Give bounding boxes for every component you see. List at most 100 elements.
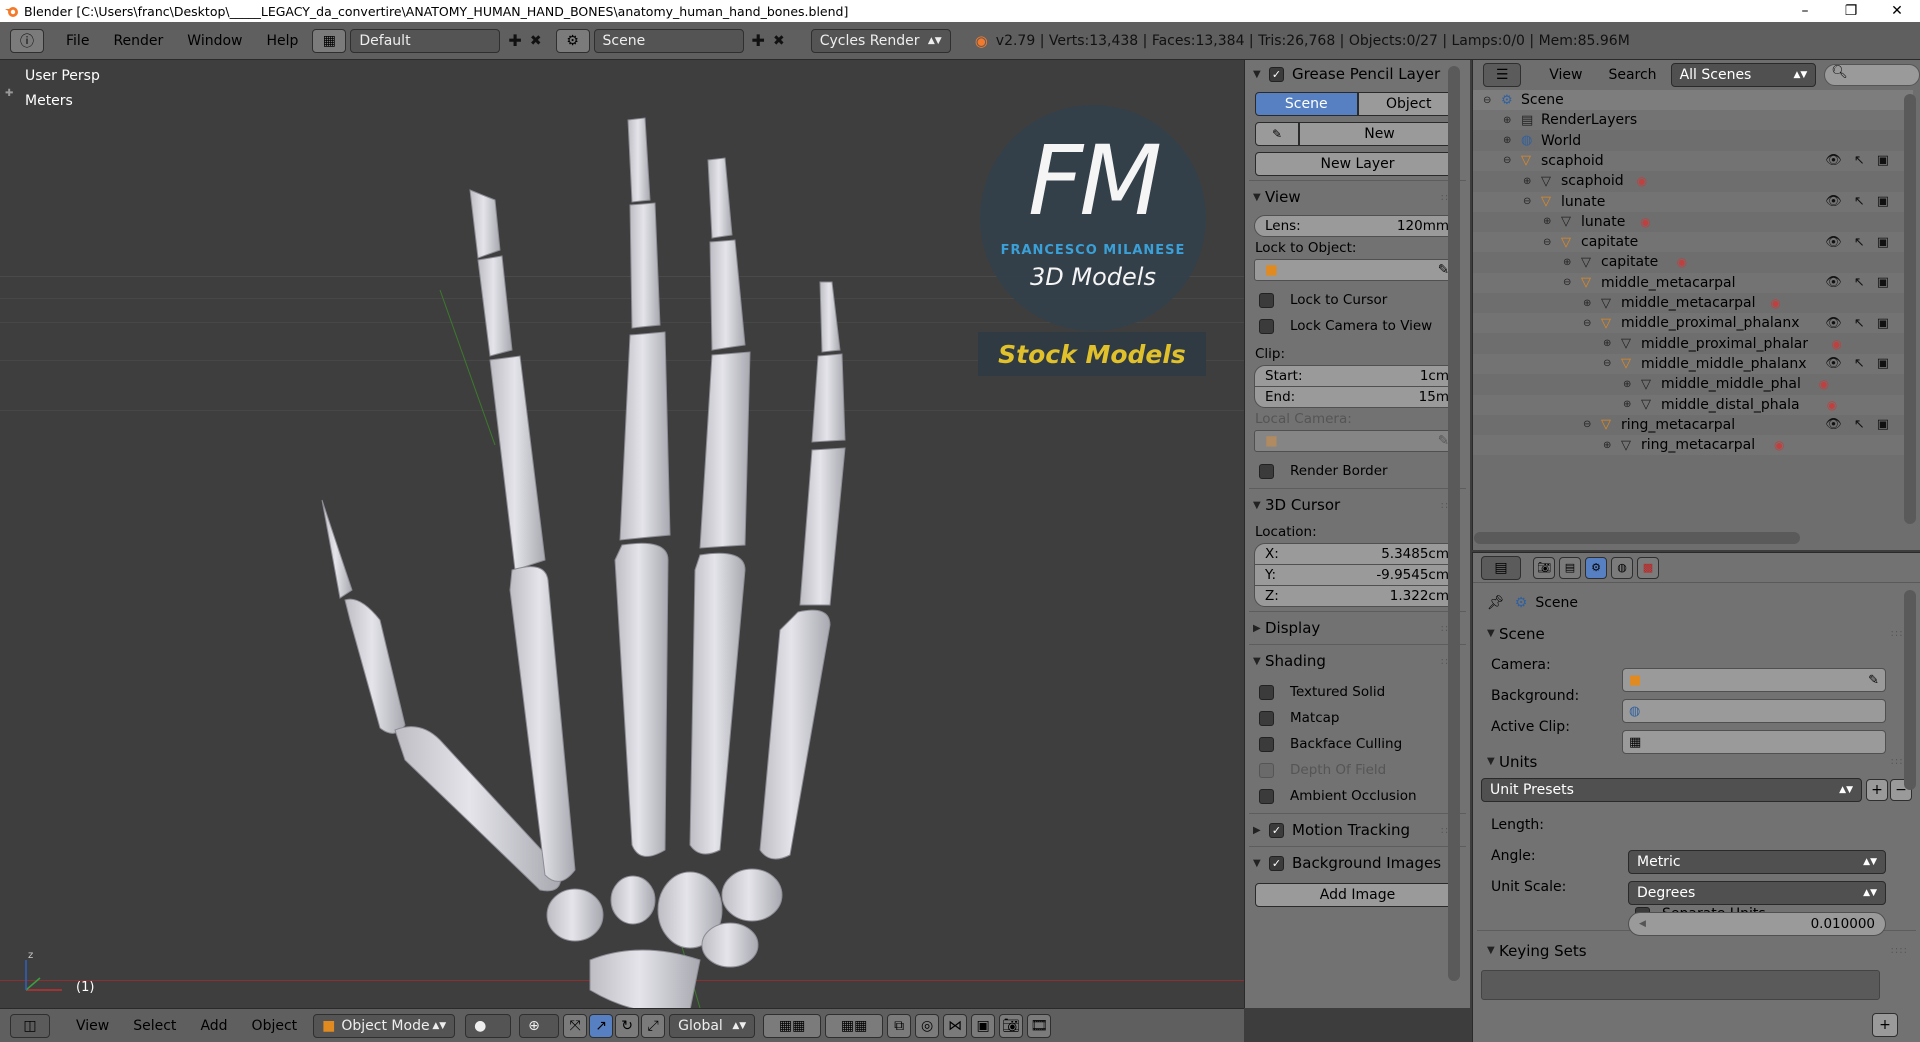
editor-type-3d-view-icon[interactable]: ◫ bbox=[10, 1013, 50, 1038]
snap-icon[interactable]: ⋈ bbox=[943, 1013, 968, 1038]
renderability-camera-icon[interactable]: ▣ bbox=[1877, 316, 1889, 331]
outliner-row[interactable]: ⊕ ▽ lunate ◉ bbox=[1473, 212, 1913, 232]
new-grease-pencil-button[interactable]: New bbox=[1299, 122, 1460, 146]
add-preset-icon[interactable]: + bbox=[1866, 779, 1888, 801]
render-border-checkbox[interactable] bbox=[1259, 463, 1274, 479]
minimize-button[interactable]: – bbox=[1782, 3, 1828, 19]
transform-orientation-dropdown[interactable]: Global ▲▼ bbox=[669, 1013, 756, 1038]
motion-tracking-header[interactable]: ▶✓Motion Tracking:::: bbox=[1245, 818, 1470, 842]
opengl-animation-icon[interactable]: 🎞︎ bbox=[1027, 1013, 1052, 1038]
local-camera-field[interactable]: ■ ✎ bbox=[1254, 430, 1460, 452]
keying-sets-list[interactable] bbox=[1481, 970, 1880, 1000]
outliner-row[interactable]: ⊕ ▽ middle_metacarpal ◉ bbox=[1473, 293, 1913, 313]
visibility-eye-icon[interactable]: 👁︎ bbox=[1825, 194, 1842, 209]
render-layers-tab-icon[interactable]: ▤ bbox=[1559, 556, 1581, 579]
menu-file[interactable]: File bbox=[54, 33, 101, 49]
ambient-occlusion-option[interactable]: Ambient Occlusion bbox=[1245, 783, 1470, 809]
ambient-occlusion-checkbox[interactable] bbox=[1259, 788, 1274, 804]
selectability-cursor-icon[interactable]: ↖ bbox=[1854, 316, 1865, 331]
snap-target-icon[interactable]: ▣ bbox=[971, 1013, 996, 1038]
expand-toggle-icon[interactable]: ⊖ bbox=[1483, 95, 1491, 106]
lock-object-field[interactable]: ■ ✎ bbox=[1254, 259, 1460, 281]
outliner-search-input[interactable]: 🔍︎ bbox=[1824, 64, 1920, 86]
expand-toggle-icon[interactable]: ⊕ bbox=[1623, 399, 1631, 410]
menu-object[interactable]: Object bbox=[240, 1018, 310, 1034]
renderability-camera-icon[interactable]: ▣ bbox=[1877, 356, 1889, 371]
renderability-camera-icon[interactable]: ▣ bbox=[1877, 275, 1889, 290]
expand-toggle-icon[interactable]: ⊖ bbox=[1543, 237, 1551, 248]
properties-editor-type-icon[interactable]: ▤ bbox=[1481, 555, 1521, 580]
matcap-checkbox[interactable] bbox=[1259, 710, 1274, 726]
outliner-row[interactable]: ⊕ ▽ middle_proximal_phalar ◉ bbox=[1473, 334, 1913, 354]
visibility-eye-icon[interactable]: 👁︎ bbox=[1825, 275, 1842, 290]
depth-of-field-option[interactable]: Depth Of Field bbox=[1245, 757, 1470, 783]
expand-toggle-icon[interactable]: ⊖ bbox=[1583, 318, 1591, 329]
expand-toggle-icon[interactable]: ⊕ bbox=[1603, 440, 1611, 451]
lock-layers-icon[interactable]: ⧉ bbox=[887, 1013, 912, 1038]
lens-field[interactable]: Lens: 120mm bbox=[1254, 215, 1460, 237]
expand-toggle-icon[interactable]: ⊕ bbox=[1503, 115, 1511, 126]
grease-pencil-header[interactable]: ▼ ✓ Grease Pencil Layer bbox=[1245, 62, 1470, 86]
matcap-option[interactable]: Matcap bbox=[1245, 705, 1470, 731]
proportional-edit-icon[interactable]: ◎ bbox=[915, 1013, 940, 1038]
textured-solid-checkbox[interactable] bbox=[1259, 684, 1274, 700]
tab-scene[interactable]: Scene bbox=[1255, 92, 1358, 116]
backface-culling-checkbox[interactable] bbox=[1259, 736, 1274, 752]
npanel-scrollbar[interactable] bbox=[1448, 66, 1460, 981]
new-layer-button[interactable]: New Layer bbox=[1255, 152, 1460, 176]
render-engine-dropdown[interactable]: Cycles Render ▲▼ bbox=[810, 28, 951, 53]
unit-scale-field[interactable]: ◀ 0.010000 bbox=[1628, 912, 1886, 936]
depth-of-field-checkbox[interactable] bbox=[1259, 762, 1274, 778]
outliner-menu-view[interactable]: View bbox=[1549, 67, 1582, 83]
pivot-point-dropdown[interactable]: ⊕ bbox=[519, 1013, 560, 1038]
expand-toggle-icon[interactable]: ⊕ bbox=[1623, 379, 1631, 390]
lock-camera-option[interactable]: Lock Camera to View bbox=[1245, 313, 1470, 339]
angle-dropdown[interactable]: Degrees ▲▼ bbox=[1628, 881, 1886, 905]
background-images-checkbox[interactable]: ✓ bbox=[1269, 855, 1284, 871]
outliner-horizontal-scrollbar[interactable] bbox=[1474, 532, 1800, 544]
menu-add[interactable]: Add bbox=[188, 1018, 239, 1034]
tab-object[interactable]: Object bbox=[1357, 92, 1460, 116]
interaction-mode-dropdown[interactable]: ■ Object Mode ▲▼ bbox=[313, 1013, 456, 1038]
shading-section-header[interactable]: ▼Shading:::: bbox=[1245, 649, 1470, 673]
outliner-row[interactable]: ⊖ ⚙ Scene bbox=[1473, 90, 1913, 110]
expand-toggle-icon[interactable]: ⊖ bbox=[1503, 155, 1511, 166]
expand-toggle-icon[interactable]: ⊕ bbox=[1503, 135, 1511, 146]
outliner-row[interactable]: ⊕ ▽ scaphoid ◉ bbox=[1473, 171, 1913, 191]
render-tab-icon[interactable]: 📷︎ bbox=[1533, 556, 1555, 579]
cursor-x-field[interactable]: X: 5.3485cm bbox=[1254, 543, 1460, 565]
menu-view[interactable]: View bbox=[64, 1018, 121, 1034]
outliner-menu-search[interactable]: Search bbox=[1608, 67, 1656, 83]
length-dropdown[interactable]: Metric ▲▼ bbox=[1628, 850, 1886, 874]
outliner-row[interactable]: ⊖ ▽ lunate 👁︎ ↖ ▣ bbox=[1473, 191, 1913, 212]
selectability-cursor-icon[interactable]: ↖ bbox=[1854, 356, 1865, 371]
selectability-cursor-icon[interactable]: ↖ bbox=[1854, 153, 1865, 168]
renderability-camera-icon[interactable]: ▣ bbox=[1877, 153, 1889, 168]
expand-toggle-icon[interactable]: ⊕ bbox=[1563, 257, 1571, 268]
outliner-row[interactable]: ⊕ ▽ ring_metacarpal ◉ bbox=[1473, 435, 1913, 456]
add-keying-set-icon[interactable]: + bbox=[1872, 1013, 1898, 1037]
eyedropper-icon[interactable]: ✎ bbox=[1868, 673, 1879, 688]
renderability-camera-icon[interactable]: ▣ bbox=[1877, 417, 1889, 432]
outliner-row[interactable]: ⊖ ▽ middle_proximal_phalanx 👁︎ ↖ ▣ bbox=[1473, 313, 1913, 334]
lock-camera-checkbox[interactable] bbox=[1259, 318, 1274, 334]
viewport-shading-dropdown[interactable]: ● bbox=[465, 1013, 512, 1038]
remove-scene-icon[interactable]: ✖ bbox=[773, 33, 785, 49]
close-button[interactable]: ✕ bbox=[1874, 3, 1920, 19]
opengl-render-icon[interactable]: 📷︎ bbox=[999, 1013, 1024, 1038]
outliner-row[interactable]: ⊕ ◍ World bbox=[1473, 131, 1913, 151]
drag-handle-icon[interactable]: :::: bbox=[1891, 945, 1908, 956]
view-section-header[interactable]: ▼View:::: bbox=[1245, 185, 1470, 209]
grease-pencil-checkbox[interactable]: ✓ bbox=[1269, 66, 1284, 82]
render-border-option[interactable]: Render Border bbox=[1245, 458, 1470, 484]
outliner-display-mode-dropdown[interactable]: All Scenes ▲▼ bbox=[1670, 63, 1817, 87]
expand-toggle-icon[interactable]: ⊕ bbox=[1603, 338, 1611, 349]
outliner-row[interactable]: ⊕ ▤ RenderLayers bbox=[1473, 110, 1913, 131]
menu-select[interactable]: Select bbox=[121, 1018, 188, 1034]
expand-toggle-icon[interactable]: ⊕ bbox=[1583, 298, 1591, 309]
translate-manipulator-icon[interactable]: ↗ bbox=[589, 1013, 614, 1038]
outliner-row[interactable]: ⊖ ▽ middle_middle_phalanx 👁︎ ↖ ▣ bbox=[1473, 353, 1913, 374]
renderability-camera-icon[interactable]: ▣ bbox=[1877, 194, 1889, 209]
visibility-eye-icon[interactable]: 👁︎ bbox=[1825, 417, 1842, 432]
add-scene-icon[interactable]: ✚ bbox=[752, 31, 765, 50]
